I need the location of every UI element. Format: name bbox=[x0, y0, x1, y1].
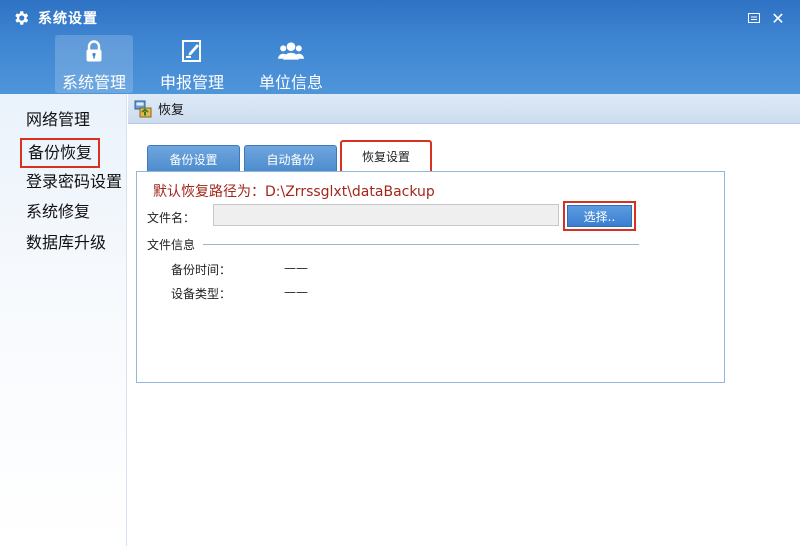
device-type-label: 设备类型： bbox=[171, 287, 232, 301]
sidebar-item-database-upgrade[interactable]: 数据库升级 bbox=[26, 231, 106, 255]
select-button-highlight: 选择.. bbox=[563, 201, 636, 231]
sidebar-item-network[interactable]: 网络管理 bbox=[26, 108, 90, 132]
default-restore-path: 默认恢复路径为：D:\Zrrssglxt\dataBackup bbox=[153, 184, 435, 200]
device-type-value: —— bbox=[284, 285, 308, 299]
lock-icon bbox=[86, 40, 102, 62]
select-file-button[interactable]: 选择.. bbox=[567, 205, 632, 227]
file-name-label: 文件名： bbox=[147, 211, 196, 225]
backup-time-label: 备份时间： bbox=[171, 263, 232, 277]
nav-tab-system[interactable]: 系统管理 bbox=[55, 35, 133, 93]
nav-tab-report[interactable]: 申报管理 bbox=[155, 35, 229, 93]
close-icon[interactable]: ✕ bbox=[768, 8, 788, 28]
file-info-label: 文件信息 bbox=[147, 238, 196, 252]
restore-icon bbox=[134, 100, 152, 117]
nav-tab-label: 系统管理 bbox=[61, 73, 126, 92]
nav-tab-label: 申报管理 bbox=[159, 73, 224, 92]
users-icon bbox=[278, 42, 304, 60]
content-title: 恢复 bbox=[158, 103, 185, 118]
sidebar: 网络管理 备份恢复 登录密码设置 系统修复 数据库升级 bbox=[0, 94, 127, 546]
sidebar-item-login-password[interactable]: 登录密码设置 bbox=[26, 170, 122, 194]
sidebar-item-backup-restore[interactable]: 备份恢复 bbox=[20, 138, 101, 168]
file-name-input[interactable] bbox=[213, 204, 559, 226]
title-bar: 系统设置 bbox=[12, 8, 98, 28]
edit-doc-icon bbox=[182, 40, 201, 62]
tab-restore-settings[interactable]: 恢复设置 bbox=[340, 140, 432, 171]
sidebar-item-system-repair[interactable]: 系统修复 bbox=[26, 200, 90, 224]
nav-tab-unit[interactable]: 单位信息 bbox=[254, 35, 328, 93]
gear-icon bbox=[15, 11, 29, 25]
content-header: 恢复 bbox=[128, 94, 800, 124]
restore-settings-panel: 默认恢复路径为：D:\Zrrssglxt\dataBackup 文件名： 选择.… bbox=[136, 171, 725, 383]
file-info-divider bbox=[203, 244, 639, 245]
tab-backup-settings[interactable]: 备份设置 bbox=[147, 145, 240, 173]
app-header: 系统设置 ✕ 系统管理 申报管理 单位信息 bbox=[0, 0, 800, 94]
nav-tab-label: 单位信息 bbox=[258, 73, 323, 92]
backup-time-value: —— bbox=[284, 261, 308, 275]
window-title: 系统设置 bbox=[38, 11, 98, 27]
tab-auto-backup[interactable]: 自动备份 bbox=[244, 145, 337, 173]
window-menu-icon[interactable] bbox=[744, 8, 764, 28]
